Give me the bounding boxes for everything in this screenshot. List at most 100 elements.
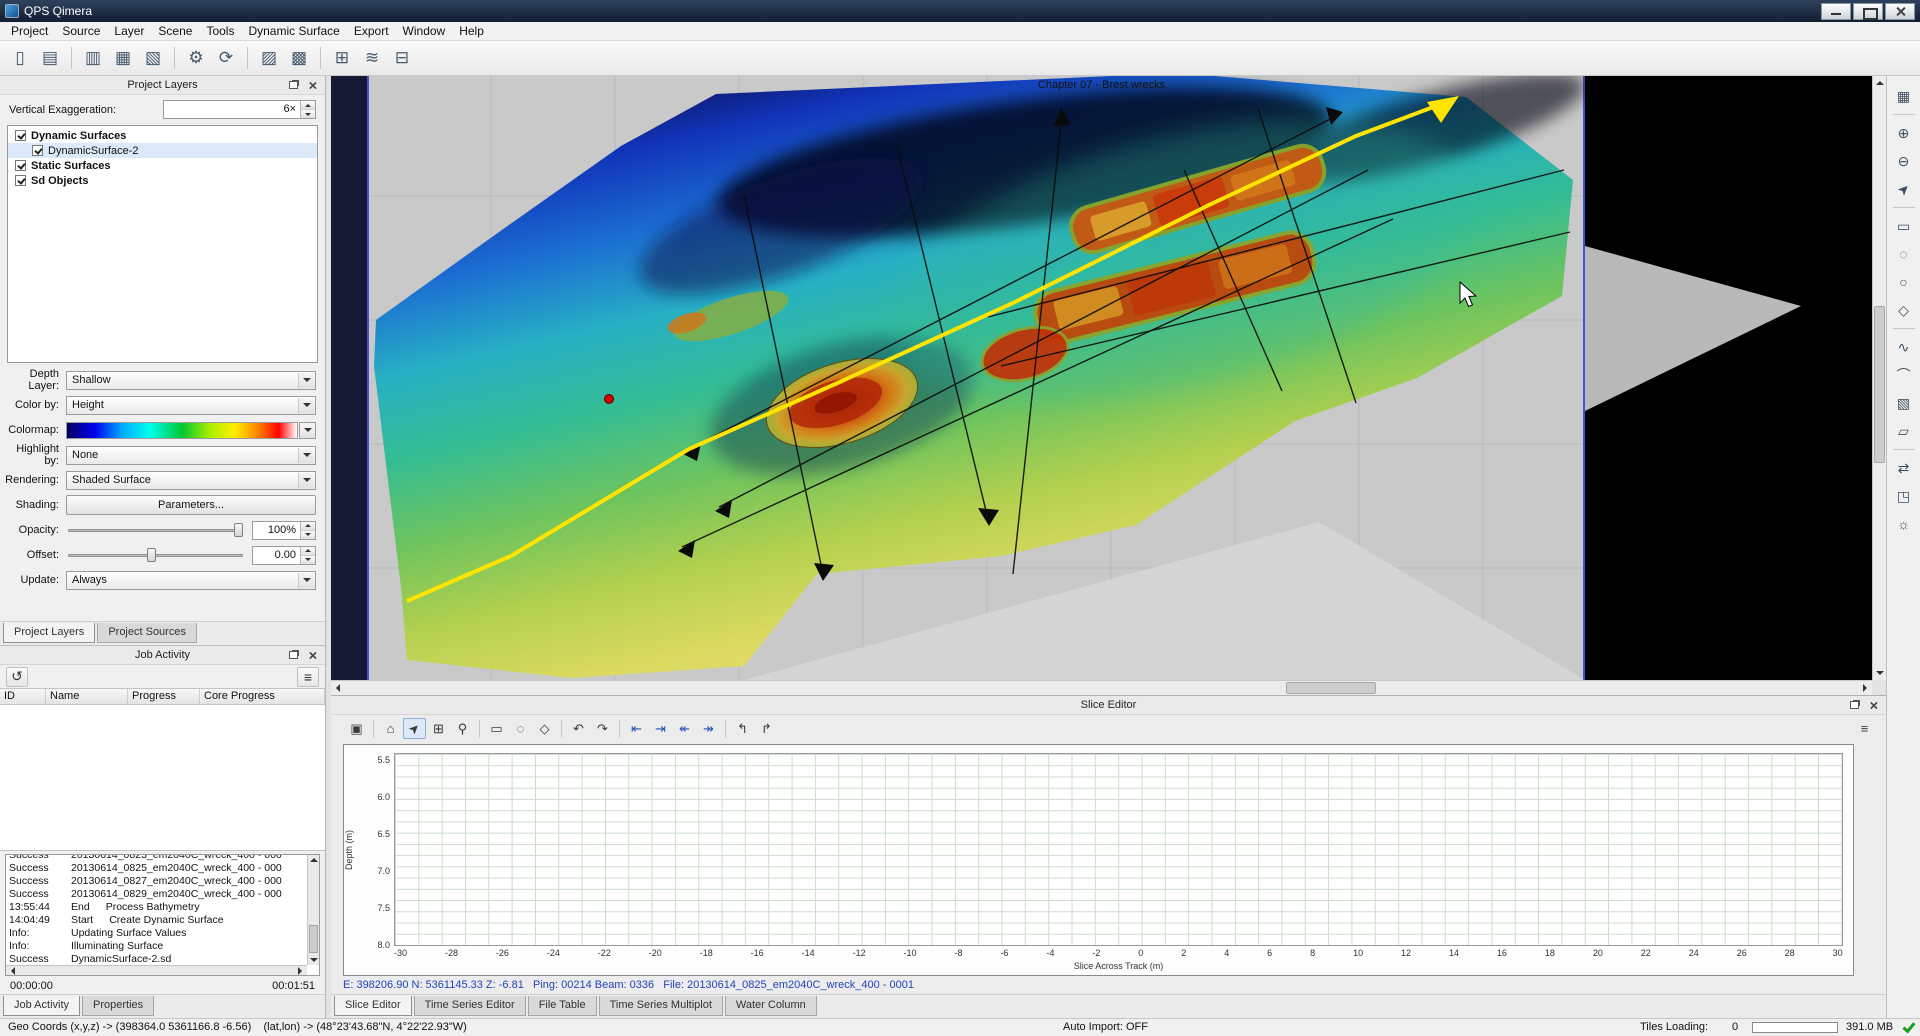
close-panel-button[interactable] — [305, 649, 320, 662]
spin-down-button[interactable] — [301, 556, 315, 564]
menu-item[interactable]: Help — [452, 22, 491, 40]
profile-tool-button[interactable]: ∿ — [1891, 335, 1917, 359]
spin-up-button[interactable] — [301, 522, 315, 531]
select-polygon-button[interactable]: ◇ — [1891, 298, 1917, 322]
new-survey-button[interactable]: ▯ — [6, 45, 34, 72]
minimize-button[interactable] — [1821, 3, 1851, 20]
zoom-window-button[interactable]: ⊞ — [427, 718, 450, 739]
scroll-left-icon[interactable] — [8, 966, 18, 976]
layer-tree[interactable]: Dynamic Surfaces DynamicSurface-2 Static… — [7, 125, 318, 363]
tab-file-table[interactable]: File Table — [528, 996, 597, 1016]
scroll-up-icon[interactable] — [1873, 76, 1887, 90]
log-row[interactable]: Info: Updating Surface Values — [6, 927, 307, 940]
zoom-out-button[interactable]: ⊖ — [1891, 149, 1917, 173]
spin-up-button[interactable] — [301, 547, 315, 556]
menu-item[interactable]: Layer — [107, 22, 151, 40]
job-table-body[interactable] — [0, 705, 325, 851]
next-file-button[interactable]: ↠ — [697, 718, 720, 739]
vertical-exaggeration-stepper[interactable]: 6× — [163, 100, 316, 119]
tab-job-activity[interactable]: Job Activity — [3, 996, 80, 1016]
float-panel-button[interactable] — [286, 79, 301, 92]
shading-parameters-button[interactable]: Parameters... — [66, 495, 316, 515]
tab-time-series-multiplot[interactable]: Time Series Multiplot — [599, 996, 723, 1016]
scene-3d-view[interactable]: Chapter 07 - Brest wrecks — [331, 76, 1886, 695]
update-select[interactable]: Always — [66, 571, 316, 590]
depth-layer-select[interactable]: Shallow — [66, 371, 316, 390]
offset-stepper[interactable]: 0.00 — [252, 546, 316, 565]
menu-item[interactable]: Project — [4, 22, 55, 40]
checkbox-checked-icon[interactable] — [32, 145, 43, 156]
auto-processing-button[interactable]: ⟳ — [212, 45, 240, 72]
home-view-button[interactable]: ⌂ — [379, 718, 402, 739]
prev-file-button[interactable]: ↞ — [673, 718, 696, 739]
select-cursor-button[interactable]: ➤ — [403, 718, 426, 739]
redo-button[interactable]: ↷ — [591, 718, 614, 739]
scene-horizontal-scrollbar[interactable] — [331, 680, 1872, 695]
log-horizontal-scrollbar[interactable] — [6, 965, 307, 975]
offset-slider-handle[interactable] — [147, 548, 156, 562]
slice-plot[interactable] — [394, 753, 1843, 946]
menu-item[interactable]: Scene — [151, 22, 199, 40]
layout-grid-button[interactable]: ▦ — [1891, 84, 1917, 108]
column-core-progress[interactable]: Core Progress — [200, 689, 325, 704]
edit-rectangle-button[interactable]: ▭ — [485, 718, 508, 739]
reject-left-button[interactable]: ↰ — [731, 718, 754, 739]
spin-up-button[interactable] — [301, 101, 315, 110]
spin-down-button[interactable] — [301, 531, 315, 539]
column-id[interactable]: ID — [0, 689, 46, 704]
reject-right-button[interactable]: ↱ — [755, 718, 778, 739]
next-slice-button[interactable]: ⇥ — [649, 718, 672, 739]
log-row[interactable]: 14:04:49 Start Create Dynamic Surface — [6, 914, 307, 927]
maximize-button[interactable] — [1853, 3, 1883, 20]
log-vertical-scrollbar[interactable] — [307, 855, 319, 965]
log-row[interactable]: Info: Illuminating Surface — [6, 940, 307, 953]
log-row[interactable]: Success 20130614_0825_em2040C_wreck_400 … — [6, 862, 307, 875]
edit-polygon-button[interactable]: ◇ — [533, 718, 556, 739]
log-row[interactable]: Success 20130614_0827_em2040C_wreck_400 … — [6, 875, 307, 888]
opacity-slider[interactable] — [66, 521, 245, 539]
scroll-thumb[interactable] — [1286, 682, 1376, 694]
colormap-gradient[interactable] — [66, 422, 298, 439]
slice-view-button[interactable]: ⊟ — [388, 45, 416, 72]
checkbox-checked-icon[interactable] — [15, 160, 26, 171]
add-navigation-files-button[interactable]: ▧ — [139, 45, 167, 72]
scroll-up-icon[interactable] — [309, 855, 319, 865]
close-panel-button[interactable] — [1866, 699, 1881, 712]
save-button[interactable]: ▣ — [345, 718, 368, 739]
tab-slice-editor[interactable]: Slice Editor — [334, 996, 412, 1016]
checkbox-checked-icon[interactable] — [15, 130, 26, 141]
scroll-right-icon[interactable] — [295, 966, 305, 976]
close-panel-button[interactable] — [305, 79, 320, 92]
float-panel-button[interactable] — [1847, 699, 1862, 712]
create-static-surface-button[interactable]: ▩ — [285, 45, 313, 72]
job-log[interactable]: Success 20130614_0823_em2040C_wreck_400 … — [5, 854, 320, 976]
offset-slider[interactable] — [66, 546, 245, 564]
column-name[interactable]: Name — [46, 689, 128, 704]
scroll-right-icon[interactable] — [1858, 681, 1872, 695]
undo-button[interactable]: ↶ — [567, 718, 590, 739]
select-cursor-button[interactable]: ➤ — [1891, 177, 1917, 201]
tree-item-sd-objects[interactable]: Sd Objects — [8, 173, 317, 188]
rotate-view-button[interactable]: ◳ — [1891, 484, 1917, 508]
water-column-view-button[interactable]: ≋ — [358, 45, 386, 72]
edit-lasso-button[interactable]: ◌ — [509, 718, 532, 739]
spin-down-button[interactable] — [301, 110, 315, 118]
menu-item[interactable]: Source — [55, 22, 107, 40]
colormap-tool-button[interactable]: ▧ — [1891, 391, 1917, 415]
menu-item[interactable]: Tools — [199, 22, 241, 40]
column-progress[interactable]: Progress — [128, 689, 200, 704]
float-panel-button[interactable] — [286, 649, 301, 662]
tab-properties[interactable]: Properties — [82, 996, 154, 1016]
tab-project-layers[interactable]: Project Layers — [3, 623, 95, 643]
tree-item-static-surfaces[interactable]: Static Surfaces — [8, 158, 317, 173]
log-row[interactable]: Success 20130614_0823_em2040C_wreck_400 … — [6, 854, 307, 862]
zoom-tool-button[interactable]: ⚲ — [451, 718, 474, 739]
add-raw-sonar-files-button[interactable]: ▥ — [79, 45, 107, 72]
scroll-left-icon[interactable] — [331, 681, 345, 695]
scroll-down-icon[interactable] — [1873, 666, 1887, 680]
checkbox-checked-icon[interactable] — [15, 175, 26, 186]
job-options-button[interactable]: ≡ — [297, 667, 319, 687]
bathymetry-scene[interactable] — [331, 76, 1872, 680]
menu-item[interactable]: Export — [347, 22, 396, 40]
lighting-tool-button[interactable]: ☼ — [1891, 512, 1917, 536]
